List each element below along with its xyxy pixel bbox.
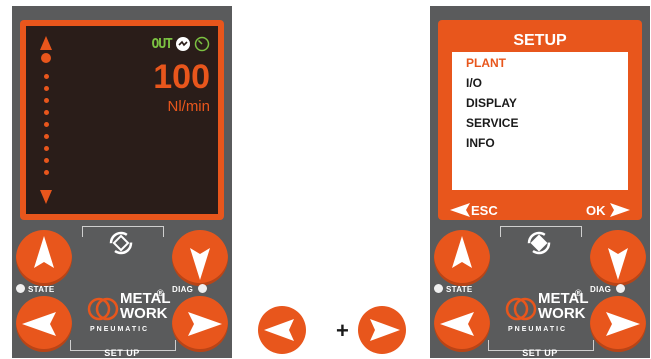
menu-item-display[interactable]: DISPLAY	[466, 96, 517, 110]
state-label: STATE	[446, 285, 473, 294]
scroll-dot	[44, 98, 49, 103]
esc-softkey[interactable]: ESC	[471, 203, 498, 218]
arrow-right-icon	[188, 312, 222, 336]
metalwork-logo: METAL ® WORK PNEUMATIC	[504, 288, 589, 336]
logo-mark-icon	[87, 297, 119, 321]
switch-icon	[176, 37, 190, 51]
right-button[interactable]	[172, 296, 228, 352]
scroll-dot	[44, 170, 49, 175]
right-device-panel: SETUP PLANT I/O DISPLAY SERVICE INFO ESC…	[430, 6, 650, 358]
out-indicator: OUT	[151, 36, 174, 52]
logo-mark-icon	[505, 297, 537, 321]
state-led	[16, 284, 25, 293]
down-button[interactable]	[172, 230, 228, 286]
left-button[interactable]	[16, 296, 72, 352]
arrow-left-icon	[264, 319, 294, 341]
arrow-up-icon	[452, 236, 472, 268]
scroll-dot	[44, 134, 49, 139]
ok-softkey[interactable]: OK	[586, 203, 606, 218]
scroll-dot	[44, 122, 49, 127]
arrow-right-icon	[370, 319, 400, 341]
metalwork-logo: METAL ® WORK PNEUMATIC	[86, 288, 171, 336]
left-button[interactable]	[434, 296, 490, 352]
up-button[interactable]	[16, 230, 72, 286]
scroll-dot	[44, 74, 49, 79]
scroll-dot	[44, 146, 49, 151]
logo-line2: WORK	[120, 305, 168, 322]
state-led	[434, 284, 443, 293]
menu-item-io[interactable]: I/O	[466, 76, 482, 90]
combo-right-button	[358, 306, 406, 354]
logo-line3: PNEUMATIC	[90, 326, 150, 333]
state-label: STATE	[28, 285, 55, 294]
rotate-sync-icon	[527, 231, 551, 255]
logo-reg: ®	[157, 288, 164, 298]
right-button[interactable]	[590, 296, 646, 352]
down-button[interactable]	[590, 230, 646, 286]
menu-title: SETUP	[513, 32, 567, 49]
combo-left-button	[258, 306, 306, 354]
scroll-dot	[44, 158, 49, 163]
logo-reg: ®	[575, 288, 582, 298]
logo-line2: WORK	[538, 305, 586, 322]
menu-item-plant[interactable]: PLANT	[466, 56, 506, 70]
display-frame: OUT 100 Nl/min	[20, 20, 224, 220]
logo-line3: PNEUMATIC	[508, 326, 568, 333]
scroll-arrows-icon	[40, 36, 52, 204]
diag-led	[616, 284, 625, 293]
setup-label: SET UP	[522, 348, 558, 358]
rotate-sync-icon	[109, 231, 133, 255]
flow-value: 100	[153, 58, 210, 96]
up-button[interactable]	[434, 230, 490, 286]
scroll-indicator	[36, 36, 56, 204]
arrow-right-icon	[606, 312, 640, 336]
menu-list: PLANT I/O DISPLAY SERVICE INFO	[452, 52, 628, 190]
left-device-panel: OUT 100 Nl/min STATE DIAG METAL ® WORK P…	[12, 6, 232, 358]
setup-label: SET UP	[104, 348, 140, 358]
ok-arrow-icon	[610, 203, 630, 217]
diag-label: DIAG	[172, 285, 194, 294]
display-screen: OUT 100 Nl/min	[26, 26, 218, 214]
diag-label: DIAG	[590, 285, 612, 294]
arrow-down-icon	[190, 248, 210, 280]
setup-screen: SETUP PLANT I/O DISPLAY SERVICE INFO ESC…	[444, 26, 636, 218]
arrow-left-icon	[22, 312, 56, 336]
display-frame: SETUP PLANT I/O DISPLAY SERVICE INFO ESC…	[438, 20, 642, 220]
arrow-down-icon	[608, 248, 628, 280]
arrow-up-icon	[34, 236, 54, 268]
combo-plus: +	[336, 318, 349, 343]
scroll-dot	[44, 86, 49, 91]
scroll-dot	[44, 110, 49, 115]
menu-item-service[interactable]: SERVICE	[466, 116, 518, 130]
flow-unit: Nl/min	[167, 98, 210, 115]
menu-item-info[interactable]: INFO	[466, 136, 495, 150]
gauge-icon	[194, 36, 210, 52]
esc-arrow-icon	[450, 203, 470, 217]
arrow-left-icon	[440, 312, 474, 336]
diag-led	[198, 284, 207, 293]
status-row: OUT	[152, 36, 210, 52]
